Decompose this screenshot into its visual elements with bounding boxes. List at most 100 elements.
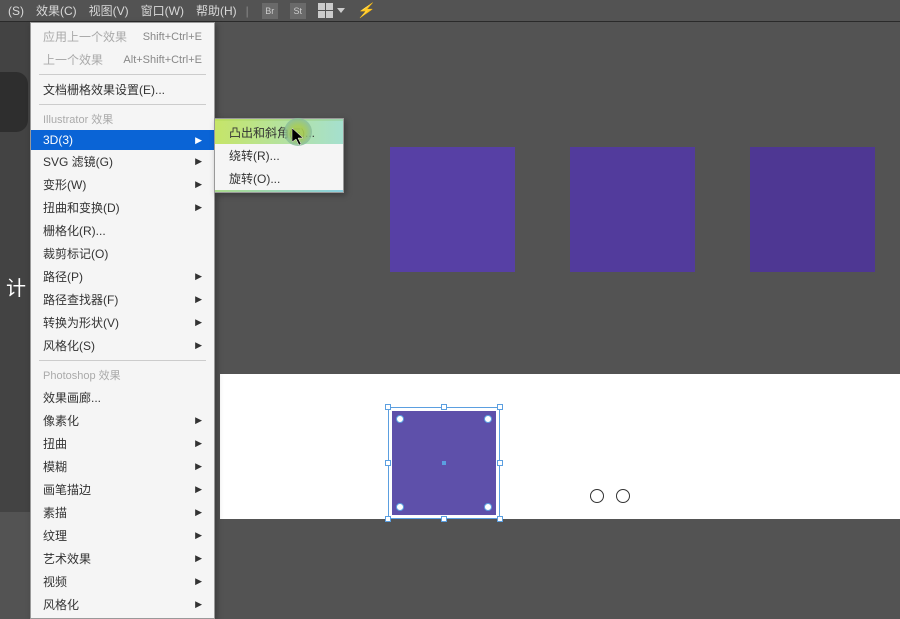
circle-1[interactable] [590,489,604,503]
menu-item[interactable]: 像素化▶ [31,409,214,432]
chevron-right-icon: ▶ [195,294,202,305]
anchor-point[interactable] [396,415,404,423]
chevron-right-icon: ▶ [195,599,202,610]
menu-item[interactable]: 纹理 ▶ [31,524,214,547]
item-label: 风格化 [43,596,79,613]
stock-icon[interactable]: St [290,3,306,19]
menu-item[interactable]: 视频▶ [31,570,214,593]
item-label: 路径查找器(F) [43,291,118,308]
chevron-right-icon: ▶ [195,507,202,518]
item-label: 路径(P) [43,268,83,285]
menu-item[interactable]: 裁剪标记(O) [31,242,214,265]
apply-last-effect: 应用上一个效果 Shift+Ctrl+E [31,25,214,48]
bridge-icon[interactable]: Br [262,3,278,19]
chevron-right-icon: ▶ [195,438,202,449]
chevron-right-icon: ▶ [195,271,202,282]
item-label: 风格化(S) [43,337,95,354]
doc-raster-settings[interactable]: 文档栅格效果设置(E)... [31,78,214,101]
last-effect: 上一个效果 Alt+Shift+Ctrl+E [31,48,214,71]
menu-item[interactable]: 绕转(R)... [215,144,343,167]
chevron-right-icon: ▶ [195,317,202,328]
item-label: 模糊 [43,458,67,475]
menu-item[interactable]: 扭曲和变换(D)▶ [31,196,214,219]
item-label: 纹理 [43,527,67,544]
item-label: 素描 [43,504,67,521]
menu-item[interactable]: 模糊 ▶ [31,455,214,478]
item-label: 绕转(R)... [229,147,280,164]
menu-item[interactable]: 转换为形状(V) ▶ [31,311,214,334]
chevron-right-icon: ▶ [195,461,202,472]
menu-help[interactable]: 帮助(H) [190,0,243,22]
divider [39,360,206,361]
item-label: 效果画廊... [43,389,101,406]
menu-item[interactable]: 3D(3)▶ [31,130,214,150]
handle-bottom-middle[interactable] [441,516,447,522]
swoosh-icon[interactable]: ⚡ [357,2,374,19]
chevron-right-icon: ▶ [195,484,202,495]
item-label: 栅格化(R)... [43,222,106,239]
3d-submenu: 凸出和斜角(E)... 绕转(R)... 旋转(O)... [214,118,344,193]
item-label: 上一个效果 [43,51,103,68]
preview-square-2 [570,147,695,272]
handle-top-right[interactable] [497,404,503,410]
chevron-right-icon: ▶ [195,530,202,541]
menu-item[interactable]: 变形(W) ▶ [31,173,214,196]
menu-item[interactable]: 画笔描边▶ [31,478,214,501]
preview-square-1 [390,147,515,272]
item-label: 旋转(O)... [229,170,280,187]
menu-window[interactable]: 窗口(W) [135,0,190,22]
handle-bottom-right[interactable] [497,516,503,522]
menu-item[interactable]: 风格化 ▶ [31,593,214,616]
divider [39,104,206,105]
item-label: 3D(3) [43,133,73,147]
menu-item[interactable]: 效果画廊... [31,386,214,409]
menu-item[interactable]: 栅格化(R)... [31,219,214,242]
handle-top-middle[interactable] [441,404,447,410]
menubar: (S) 效果(C) 视图(V) 窗口(W) 帮助(H) | Br St ⚡ [0,0,900,22]
handle-bottom-left[interactable] [385,516,391,522]
handle-middle-left[interactable] [385,460,391,466]
item-label: 凸出和斜角(E)... [229,124,315,141]
menu-item[interactable]: 凸出和斜角(E)... [215,121,343,144]
menu-item[interactable]: 路径(P) ▶ [31,265,214,288]
chevron-right-icon: ▶ [195,415,202,426]
divider [39,74,206,75]
chevron-right-icon: ▶ [195,156,202,167]
object-center [442,461,446,465]
menu-effect[interactable]: 效果(C) [30,0,83,22]
item-label: 扭曲和变换(D) [43,199,120,216]
item-label: 转换为形状(V) [43,314,119,331]
effect-menu-dropdown: 应用上一个效果 Shift+Ctrl+E 上一个效果 Alt+Shift+Ctr… [30,22,215,619]
menu-s[interactable]: (S) [2,1,30,21]
menu-item[interactable]: 风格化(S) ▶ [31,334,214,357]
item-label: SVG 滤镜(G) [43,153,113,170]
section-illustrator: Illustrator 效果 [31,108,214,130]
chevron-right-icon: ▶ [195,340,202,351]
item-label: 扭曲 [43,435,67,452]
artboard[interactable] [220,374,900,519]
menu-item[interactable]: 素描 ▶ [31,501,214,524]
circle-paths[interactable] [590,489,630,503]
circle-2[interactable] [616,489,630,503]
item-shortcut: Alt+Shift+Ctrl+E [123,54,202,66]
menu-item[interactable]: SVG 滤镜(G) ▶ [31,150,214,173]
item-shortcut: Shift+Ctrl+E [143,31,202,43]
handle-top-left[interactable] [385,404,391,410]
preview-square-3 [750,147,875,272]
selected-rectangle[interactable] [390,409,498,517]
chevron-right-icon: ▶ [195,553,202,564]
menu-item[interactable]: 路径查找器(F) ▶ [31,288,214,311]
chevron-right-icon: ▶ [195,179,202,190]
chevron-down-icon[interactable] [337,8,345,13]
menu-divider: | [246,4,249,18]
menu-item[interactable]: 旋转(O)... [215,167,343,190]
menu-item[interactable]: 艺术效果▶ [31,547,214,570]
menu-view[interactable]: 视图(V) [83,0,135,22]
menu-item[interactable]: 扭曲 ▶ [31,432,214,455]
item-label: 变形(W) [43,176,86,193]
anchor-point[interactable] [484,503,492,511]
arrange-icon[interactable] [318,3,333,18]
anchor-point[interactable] [396,503,404,511]
handle-middle-right[interactable] [497,460,503,466]
anchor-point[interactable] [484,415,492,423]
